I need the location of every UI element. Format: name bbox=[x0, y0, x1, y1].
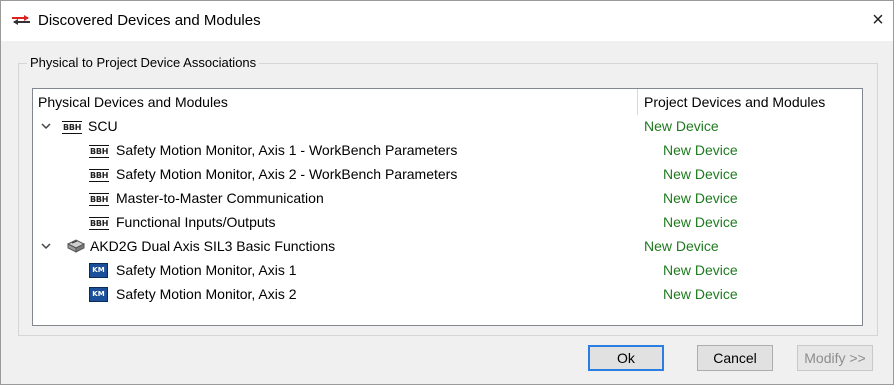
chevron-down-icon[interactable] bbox=[40, 240, 52, 252]
tree-row-module[interactable]: BBH Safety Motion Monitor, Axis 2 - Work… bbox=[33, 163, 862, 187]
tree-row-module[interactable]: BBH Functional Inputs/Outputs New Device bbox=[33, 211, 862, 235]
association-value[interactable]: New Device bbox=[663, 166, 738, 182]
tree-item-label: SCU bbox=[88, 118, 118, 134]
chevron-down-icon[interactable] bbox=[40, 120, 52, 132]
tree-row-module[interactable]: KM Safety Motion Monitor, Axis 2 New Dev… bbox=[33, 283, 862, 307]
tree-item-label: Safety Motion Monitor, Axis 2 - WorkBenc… bbox=[116, 166, 458, 182]
bbh-device-icon: BBH bbox=[62, 121, 83, 134]
association-value[interactable]: New Device bbox=[663, 286, 738, 302]
tree-item-label: Safety Motion Monitor, Axis 1 bbox=[116, 262, 297, 278]
device-tree[interactable]: Physical Devices and Modules Project Dev… bbox=[32, 88, 863, 326]
tree-row-module[interactable]: KM Safety Motion Monitor, Axis 1 New Dev… bbox=[33, 259, 862, 283]
bbh-module-icon: BBH bbox=[89, 193, 110, 206]
association-value[interactable]: New Device bbox=[644, 118, 719, 134]
tree-item-label: Safety Motion Monitor, Axis 1 - WorkBenc… bbox=[116, 142, 458, 158]
tree-item-label: Master-to-Master Communication bbox=[116, 190, 324, 206]
title-bar: Discovered Devices and Modules × bbox=[1, 1, 893, 41]
swap-arrows-icon bbox=[12, 15, 30, 25]
association-value[interactable]: New Device bbox=[663, 142, 738, 158]
km-module-icon: KM bbox=[89, 287, 108, 302]
tree-row-scu[interactable]: BBH SCU New Device bbox=[33, 115, 862, 139]
cancel-button[interactable]: Cancel bbox=[697, 345, 773, 371]
drive-icon bbox=[66, 239, 86, 253]
tree-item-label: Functional Inputs/Outputs bbox=[116, 214, 276, 230]
bbh-module-icon: BBH bbox=[89, 145, 110, 158]
association-value[interactable]: New Device bbox=[663, 190, 738, 206]
tree-row-akd2g[interactable]: AKD2G Dual Axis SIL3 Basic Functions New… bbox=[33, 235, 862, 259]
km-module-icon: KM bbox=[89, 263, 108, 278]
tree-item-label: Safety Motion Monitor, Axis 2 bbox=[116, 286, 297, 302]
column-header-physical[interactable]: Physical Devices and Modules bbox=[38, 89, 228, 115]
window-title: Discovered Devices and Modules bbox=[38, 12, 261, 29]
tree-row-module[interactable]: BBH Master-to-Master Communication New D… bbox=[33, 187, 862, 211]
association-value[interactable]: New Device bbox=[663, 262, 738, 278]
modify-button[interactable]: Modify >> bbox=[797, 345, 873, 371]
tree-row-module[interactable]: BBH Safety Motion Monitor, Axis 1 - Work… bbox=[33, 139, 862, 163]
ok-button[interactable]: Ok bbox=[588, 345, 664, 371]
bbh-module-icon: BBH bbox=[89, 169, 110, 182]
association-value[interactable]: New Device bbox=[644, 238, 719, 254]
close-button[interactable]: × bbox=[867, 7, 889, 33]
dialog-window: Discovered Devices and Modules × Physica… bbox=[0, 0, 894, 385]
tree-item-label: AKD2G Dual Axis SIL3 Basic Functions bbox=[90, 238, 336, 254]
column-header-project[interactable]: Project Devices and Modules bbox=[644, 89, 825, 115]
association-value[interactable]: New Device bbox=[663, 214, 738, 230]
bbh-module-icon: BBH bbox=[89, 217, 110, 230]
group-label: Physical to Project Device Associations bbox=[27, 55, 260, 70]
column-separator[interactable] bbox=[637, 89, 638, 115]
